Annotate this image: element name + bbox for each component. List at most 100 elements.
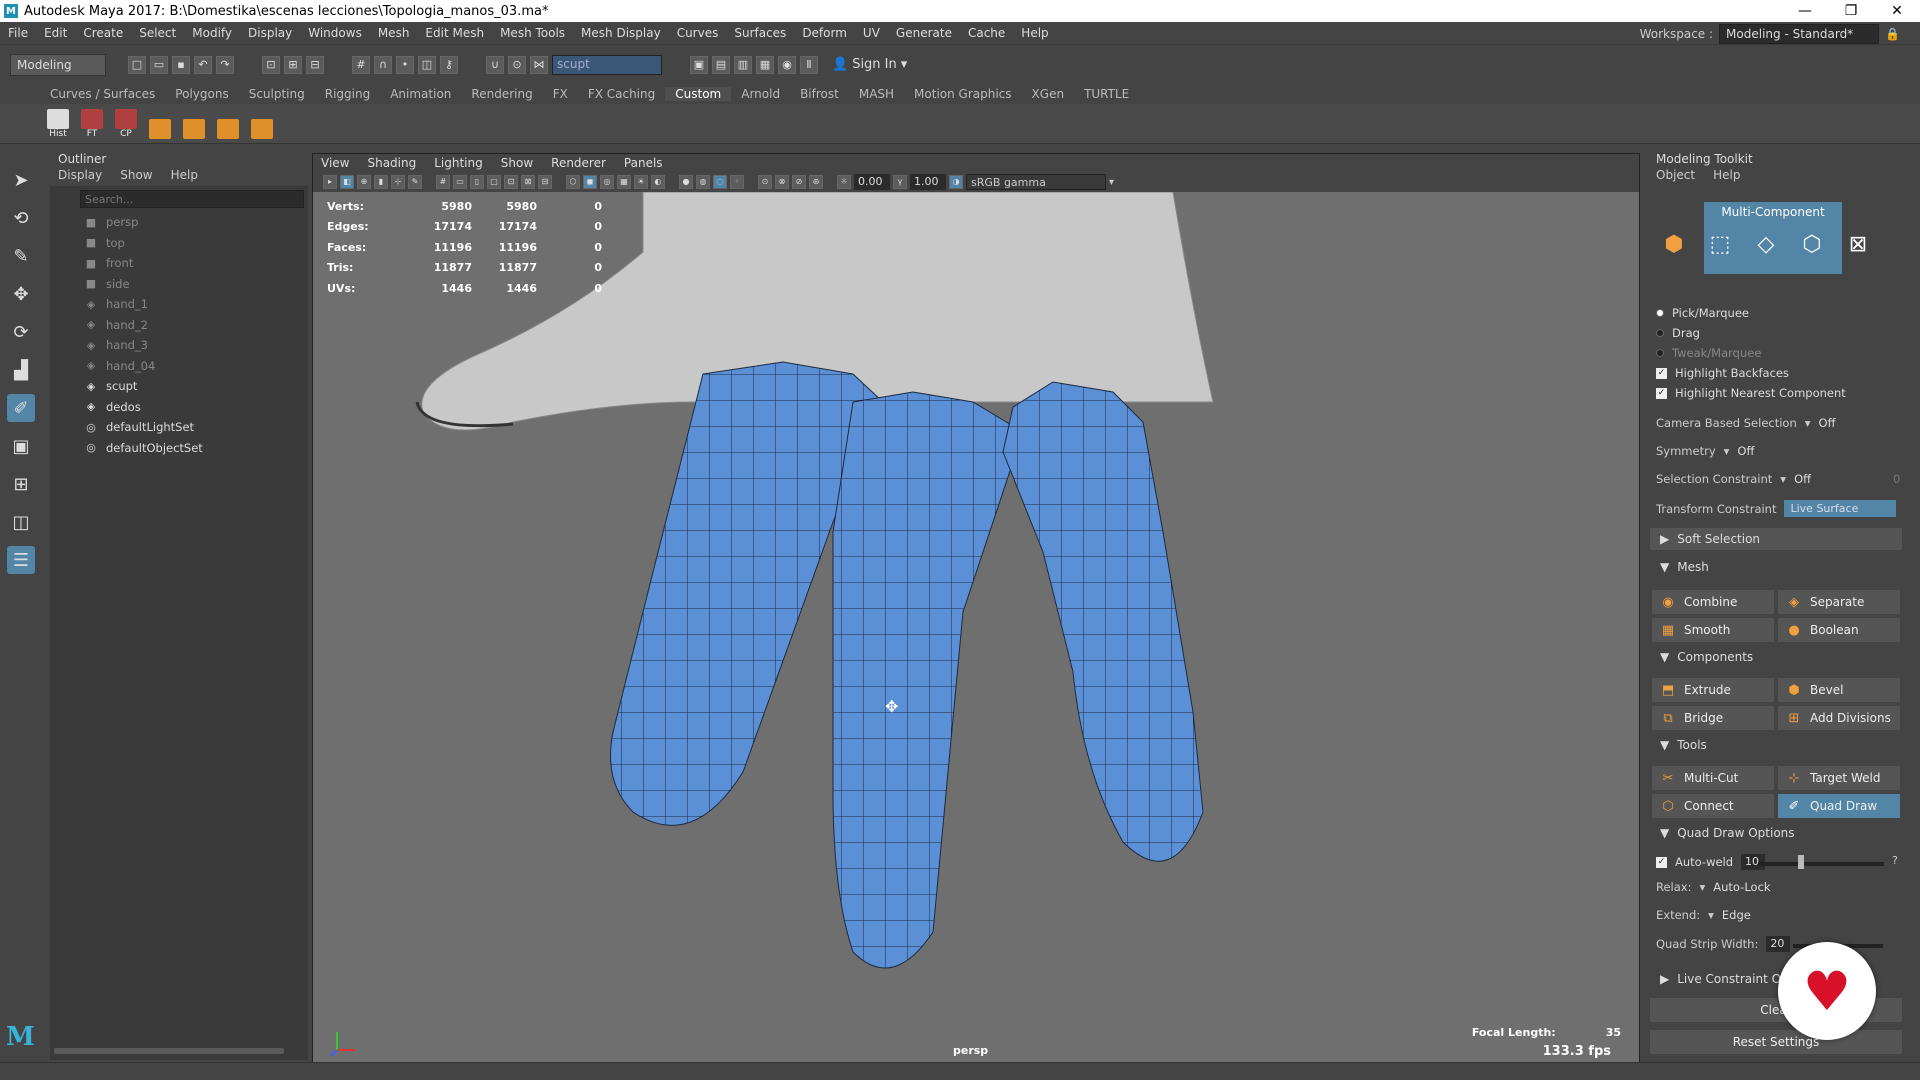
add-divisions-button[interactable]: ⊞ Add Divisions	[1778, 706, 1900, 730]
extend-setting[interactable]: Extend: ▾ Edge	[1656, 908, 1751, 922]
extrude-button[interactable]: ⬒ Extrude	[1652, 678, 1774, 702]
viewport-menu-panels[interactable]: Panels	[624, 156, 663, 170]
2d-pan-icon[interactable]: ⊹	[391, 175, 405, 189]
xray-components-icon[interactable]: ⊛	[809, 175, 823, 189]
toolkit-menu-object[interactable]: Object	[1656, 168, 1695, 186]
menu-display[interactable]: Display	[240, 26, 300, 40]
viewport-menu-show[interactable]: Show	[501, 156, 533, 170]
outliner-menu-help[interactable]: Help	[171, 168, 198, 186]
safe-title-icon[interactable]: ⊟	[538, 175, 552, 189]
menu-uv[interactable]: UV	[855, 26, 888, 40]
menu-create[interactable]: Create	[75, 26, 131, 40]
shelf-button[interactable]: Hist	[44, 108, 72, 139]
film-gate-icon[interactable]: ▭	[453, 175, 467, 189]
outliner-item[interactable]: ◈ hand_04	[84, 356, 308, 377]
rotate-tool-icon[interactable]: ⟳	[7, 318, 35, 346]
menu-file[interactable]: File	[0, 26, 36, 40]
symmetry-icon[interactable]: ⋈	[530, 55, 548, 74]
color-management-icon[interactable]: ◑	[949, 175, 963, 189]
highlight-backfaces-checkbox[interactable]: ✓ Highlight Backfaces	[1656, 366, 1789, 380]
textured-icon[interactable]: ▦	[617, 175, 631, 189]
quad-draw-button[interactable]: ✐ Quad Draw	[1778, 794, 1900, 818]
viewport-menu-view[interactable]: View	[321, 156, 349, 170]
sign-in-button[interactable]: 👤 Sign In ▾	[832, 57, 907, 72]
shelf-tab-polygons[interactable]: Polygons	[165, 87, 238, 101]
outliner-item[interactable]: ■ persp	[84, 212, 308, 233]
components-section[interactable]: ▼ Components	[1650, 646, 1902, 668]
lock-selection-icon[interactable]: ⚷	[440, 55, 458, 74]
outliner-search-input[interactable]: Search...	[80, 190, 304, 208]
shelf-tab-turtle[interactable]: TURTLE	[1074, 87, 1139, 101]
wireframe-on-shaded-icon[interactable]: ◎	[600, 175, 614, 189]
grid-toggle-icon[interactable]: #	[436, 175, 450, 189]
connect-button[interactable]: ⬡ Connect	[1652, 794, 1774, 818]
target-weld-button[interactable]: ⊹ Target Weld	[1778, 766, 1900, 790]
lasso-tool-icon[interactable]: ⟲	[7, 204, 35, 232]
menu-windows[interactable]: Windows	[300, 26, 370, 40]
gamma-field[interactable]: 1.00	[910, 174, 946, 190]
menu-generate[interactable]: Generate	[888, 26, 960, 40]
menu-edit[interactable]: Edit	[36, 26, 75, 40]
select-hierarchy-icon[interactable]: ⊡	[262, 55, 280, 74]
toolkit-menu-help[interactable]: Help	[1713, 168, 1740, 186]
menu-mesh-tools[interactable]: Mesh Tools	[492, 26, 573, 40]
snap-live-icon[interactable]: ⊙	[508, 55, 526, 74]
menu-deform[interactable]: Deform	[794, 26, 855, 40]
outliner-menu-display[interactable]: Display	[58, 168, 102, 186]
separate-button[interactable]: ◈ Separate	[1778, 590, 1900, 614]
snap-grid-icon[interactable]: #	[352, 55, 370, 74]
camera-attr-icon[interactable]: ◧	[340, 175, 354, 189]
viewport-menu-renderer[interactable]: Renderer	[551, 156, 606, 170]
lock-icon[interactable]: 🔒	[1885, 27, 1900, 41]
shelf-button[interactable]: FT	[78, 108, 106, 139]
render-view-icon[interactable]: ▣	[690, 55, 708, 74]
combine-button[interactable]: ◉ Combine	[1652, 590, 1774, 614]
shelf-tab-animation[interactable]: Animation	[380, 87, 461, 101]
edge-mode-icon[interactable]: ◇	[1754, 232, 1778, 257]
menu-help[interactable]: Help	[1013, 26, 1056, 40]
shelf-tab-motion-graphics[interactable]: Motion Graphics	[904, 87, 1022, 101]
menu-mesh-display[interactable]: Mesh Display	[573, 26, 669, 40]
scale-tool-icon[interactable]: ▟	[7, 356, 35, 384]
gate-mask-icon[interactable]: ▢	[487, 175, 501, 189]
shelf-button[interactable]	[180, 109, 208, 139]
select-component-icon[interactable]: ⊟	[306, 55, 324, 74]
image-plane-icon[interactable]: ▮	[374, 175, 388, 189]
smooth-shade-icon[interactable]: ◼	[583, 175, 597, 189]
use-lights-icon[interactable]: ☀	[634, 175, 648, 189]
shelf-button[interactable]	[214, 109, 242, 139]
transform-constraint[interactable]: Transform Constraint Live Surface	[1656, 500, 1897, 517]
outliner-item[interactable]: ◈ hand_1	[84, 294, 308, 315]
workspace-dropdown[interactable]: Modeling - Standard*	[1719, 24, 1880, 44]
depth-of-field-icon[interactable]: ◦	[730, 175, 744, 189]
menu-set-dropdown[interactable]: Modeling	[10, 53, 106, 76]
single-view-icon[interactable]: ▣	[7, 432, 35, 460]
pause-icon[interactable]: Ⅱ	[800, 55, 818, 74]
smooth-button[interactable]: ▦ Smooth	[1652, 618, 1774, 642]
new-scene-icon[interactable]: □	[128, 55, 146, 74]
menu-mesh[interactable]: Mesh	[370, 26, 418, 40]
quad-strip-width[interactable]: Quad Strip Width: 20	[1656, 936, 1791, 952]
magnet-icon[interactable]: ∪	[486, 55, 504, 74]
menu-surfaces[interactable]: Surfaces	[726, 26, 794, 40]
isolate-select-icon[interactable]: ⊙	[758, 175, 772, 189]
resolution-gate-icon[interactable]: ▯	[470, 175, 484, 189]
face-mode-icon[interactable]: ⬡	[1800, 232, 1824, 257]
outliner-layout-icon[interactable]: ☰	[7, 546, 35, 574]
finger-mesh-render[interactable]: ✥	[313, 192, 1640, 1063]
render-frame-icon[interactable]: ▤	[712, 55, 730, 74]
xray-joints-icon[interactable]: ⊘	[792, 175, 806, 189]
restore-button[interactable]: ❐	[1828, 3, 1874, 19]
object-name-field[interactable]: scupt	[552, 54, 662, 75]
xray-icon[interactable]: ⊗	[775, 175, 789, 189]
select-object-icon[interactable]: ⊞	[284, 55, 302, 74]
move-tool-icon[interactable]: ✥	[7, 280, 35, 308]
snap-surface-icon[interactable]: ◫	[418, 55, 436, 74]
outliner-item[interactable]: ■ side	[84, 274, 308, 295]
outliner-item[interactable]: ■ front	[84, 253, 308, 274]
anti-aliasing-icon[interactable]: ◌	[713, 175, 727, 189]
bevel-button[interactable]: ⬢ Bevel	[1778, 678, 1900, 702]
uv-mode-icon[interactable]: ⊠	[1846, 232, 1870, 257]
live-surface-dropdown[interactable]: Live Surface	[1784, 500, 1897, 517]
outliner-item[interactable]: ◈ scupt	[84, 376, 308, 397]
